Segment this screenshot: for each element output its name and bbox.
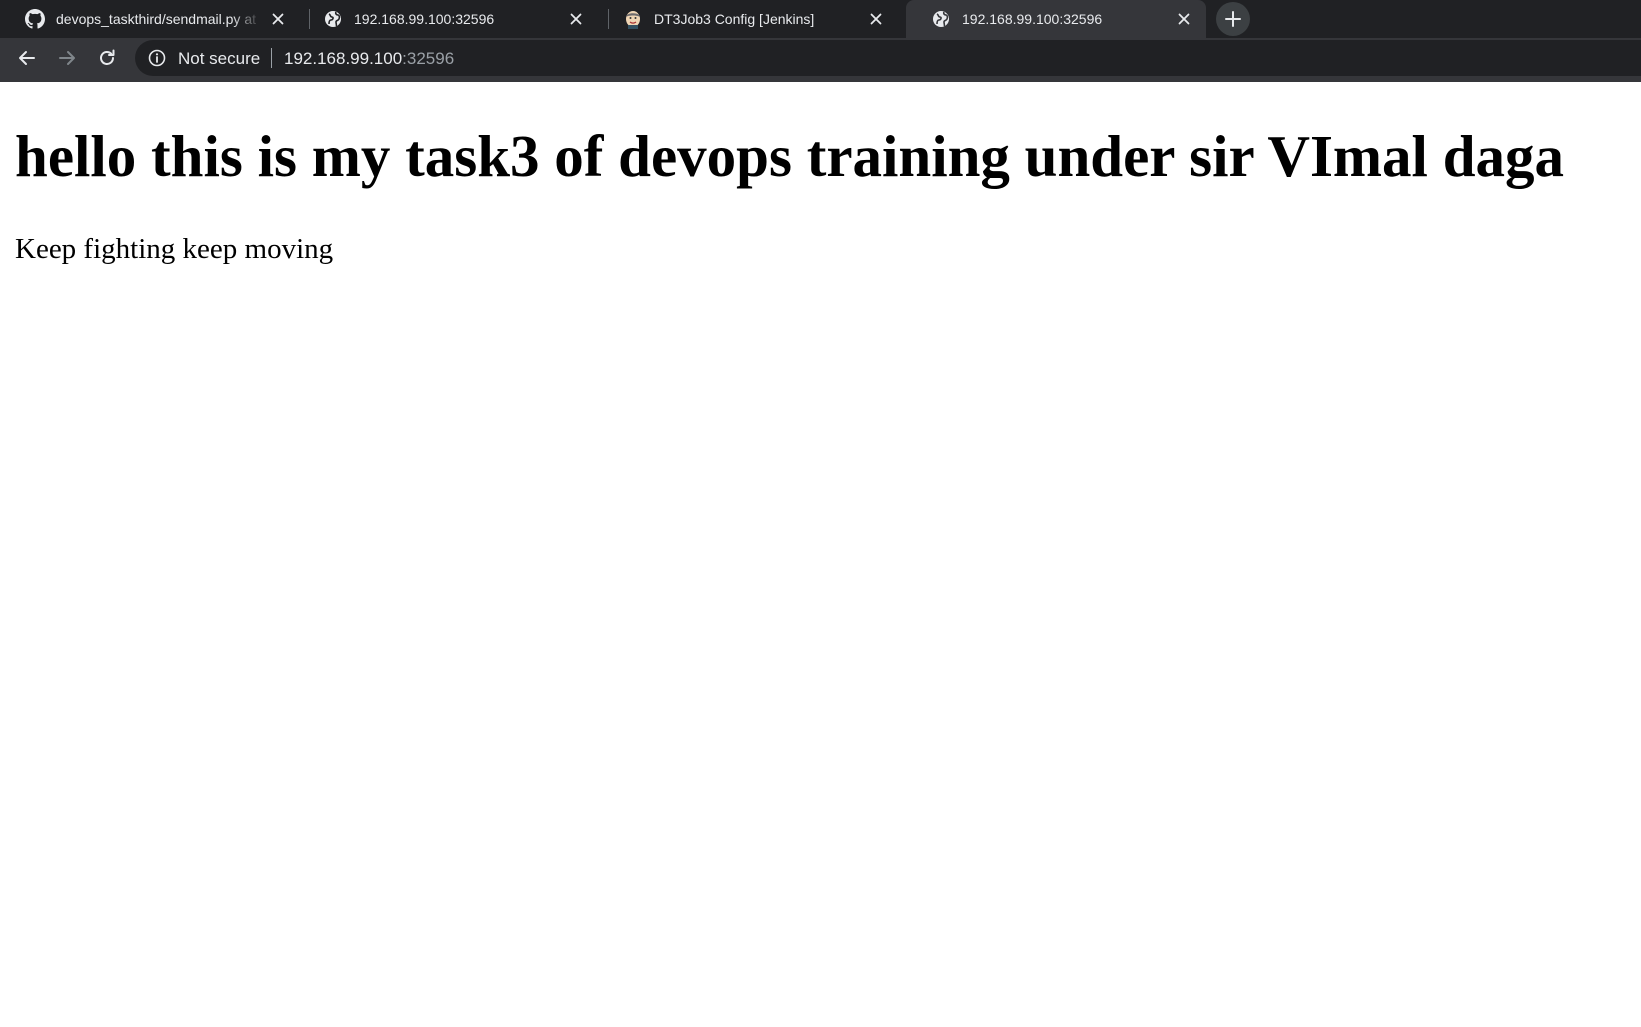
globe-icon	[931, 9, 951, 29]
github-icon	[25, 9, 45, 29]
jenkins-icon	[623, 9, 643, 29]
tab-title: DT3Job3 Config [Jenkins]	[654, 11, 815, 27]
tab-ip-active[interactable]: 192.168.99.100:32596	[906, 0, 1206, 38]
reload-icon	[97, 48, 117, 68]
close-icon[interactable]	[566, 9, 586, 29]
tab-title: 192.168.99.100:32596	[354, 11, 495, 27]
tab-github[interactable]: devops_taskthird/sendmail.py at	[0, 0, 300, 38]
close-icon[interactable]	[866, 9, 886, 29]
security-label[interactable]: Not secure	[178, 49, 260, 69]
page-paragraph: Keep fighting keep moving	[15, 233, 334, 265]
close-icon[interactable]	[1174, 9, 1194, 29]
tab-title: devops_taskthird/sendmail.py at	[56, 11, 256, 27]
tab-ip-1[interactable]: 192.168.99.100:32596	[298, 0, 598, 38]
reload-button[interactable]	[95, 46, 119, 70]
new-tab-button[interactable]	[1216, 2, 1250, 36]
close-icon[interactable]	[268, 9, 288, 29]
forward-button[interactable]	[55, 46, 79, 70]
address-separator	[271, 48, 272, 68]
address-bar[interactable]: Not secure 192.168.99.100:32596	[135, 40, 1641, 76]
info-icon[interactable]	[147, 48, 167, 68]
page-heading: hello this is my task3 of devops trainin…	[15, 123, 1565, 189]
tab-jenkins[interactable]: DT3Job3 Config [Jenkins]	[598, 0, 898, 38]
url-port: :32596	[402, 49, 455, 68]
page-content: hello this is my task3 of devops trainin…	[0, 86, 1641, 1027]
tab-title: 192.168.99.100:32596	[962, 11, 1103, 27]
url-host: 192.168.99.100	[284, 49, 403, 68]
arrow-left-icon	[17, 48, 37, 68]
plus-icon	[1225, 11, 1241, 27]
back-button[interactable]	[15, 46, 39, 70]
url-text[interactable]: 192.168.99.100:32596	[284, 49, 454, 69]
browser-toolbar: Not secure 192.168.99.100:32596	[0, 38, 1641, 82]
globe-icon	[323, 9, 343, 29]
toolbar-border	[0, 78, 1641, 82]
tab-strip: devops_taskthird/sendmail.py at 192.168.…	[0, 0, 1641, 38]
arrow-right-icon	[57, 48, 77, 68]
